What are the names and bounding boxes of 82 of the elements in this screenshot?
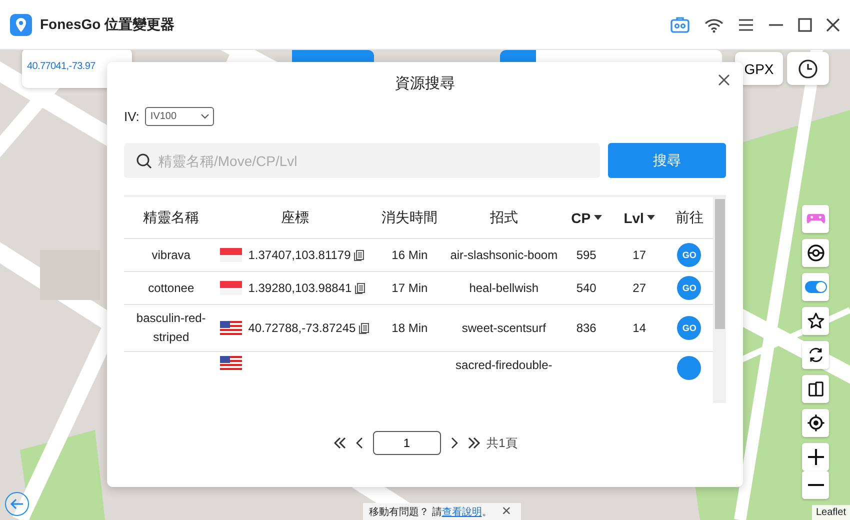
zoom-out-button[interactable] <box>802 471 829 499</box>
back-button[interactable] <box>5 492 29 516</box>
scrollbar[interactable] <box>713 197 726 403</box>
table-cell: 16 Min <box>392 248 428 262</box>
attribution-text[interactable]: Leaflet <box>812 505 850 520</box>
maximize-icon[interactable] <box>798 18 812 32</box>
table-cell: sacred-firedouble- <box>456 358 552 372</box>
sort-caret-icon[interactable] <box>594 215 602 220</box>
go-button[interactable]: GO <box>677 316 702 340</box>
table-cell-text: 1.37407,103.81179 <box>248 246 351 264</box>
search-button[interactable]: 搜尋 <box>608 143 726 178</box>
first-page-icon[interactable] <box>332 436 347 450</box>
chevron-down-icon <box>201 114 210 119</box>
us-flag-icon <box>220 321 242 335</box>
column-header: 精靈名稱 <box>143 208 200 224</box>
singapore-flag-icon <box>220 281 242 295</box>
zoom-in-icon <box>808 449 824 465</box>
table-cell: sweet-scentsurf <box>462 320 546 334</box>
go-button[interactable] <box>677 356 702 380</box>
star-icon <box>806 311 826 331</box>
table-cell: air-slashsonic-boom <box>450 248 558 262</box>
devices-icon <box>806 379 826 399</box>
sort-caret-icon[interactable] <box>646 215 655 220</box>
column-header: 前往 <box>675 208 704 224</box>
menu-icon[interactable] <box>738 18 754 32</box>
arrow-left-icon <box>10 498 24 510</box>
table-cell: 540 <box>576 280 596 294</box>
table-cell: vibrava <box>152 248 190 262</box>
page-input[interactable]: 1 <box>372 431 441 455</box>
column-header[interactable]: CP <box>571 210 591 226</box>
game-button[interactable] <box>802 205 829 233</box>
close-icon[interactable] <box>826 18 840 32</box>
clock-icon <box>798 58 818 78</box>
table-cell: 836 <box>576 320 596 334</box>
app-logo-icon <box>10 14 32 36</box>
toggle-icon <box>804 281 826 293</box>
table-cell: basculin-red-striped <box>136 311 206 344</box>
last-page-icon[interactable] <box>466 436 481 450</box>
copy-icon[interactable] <box>354 282 365 294</box>
close-icon <box>718 74 730 86</box>
locate-button[interactable] <box>802 409 829 437</box>
column-header: 座標 <box>280 208 309 224</box>
column-header[interactable]: Lvl <box>624 210 644 226</box>
history-button[interactable] <box>787 52 829 85</box>
locate-icon <box>806 413 826 433</box>
window-title: FonesGo 位置變更器 <box>40 16 175 34</box>
table-cell: 595 <box>576 248 596 262</box>
table-cell: cottonee <box>148 280 194 294</box>
zoom-in-button[interactable] <box>802 443 829 471</box>
table-cell-text: 40.72788,-73.87245 <box>248 320 356 336</box>
refresh-button[interactable] <box>802 341 829 369</box>
wifi-icon[interactable] <box>704 16 724 32</box>
singapore-flag-icon <box>220 248 242 262</box>
column-header: 消失時間 <box>382 208 438 224</box>
help-link[interactable]: 查看說明 <box>442 506 482 518</box>
iv-label: IV: <box>124 109 140 124</box>
page-total: 共1頁 <box>486 434 518 452</box>
devices-button[interactable] <box>802 375 829 403</box>
copy-icon[interactable] <box>354 250 364 260</box>
table-cell: 27 <box>632 280 646 294</box>
table-cell: heal-bellwish <box>469 280 539 294</box>
ball-button[interactable] <box>802 239 829 267</box>
table-cell: 17 <box>632 248 646 262</box>
table-cell: 14 <box>632 320 646 334</box>
close-button[interactable]: × <box>498 504 516 518</box>
table-cell: 18 Min <box>392 320 428 334</box>
search-field[interactable]: 精靈名稱/Move/CP/Lvl <box>124 143 600 178</box>
column-header: 招式 <box>490 208 518 224</box>
ball-icon <box>806 243 826 263</box>
toolbox-icon[interactable] <box>670 16 690 34</box>
star-button[interactable] <box>802 307 829 335</box>
us-flag-icon <box>220 356 242 370</box>
go-button[interactable]: GO <box>677 243 702 267</box>
dialog-title: 資源搜尋 <box>395 74 455 94</box>
copy-icon[interactable] <box>358 322 369 334</box>
toggle-switch[interactable] <box>802 273 829 301</box>
table-cell-text: 1.39280,103.98841 <box>248 280 352 296</box>
table-cell: 17 Min <box>392 280 428 294</box>
search-icon <box>136 153 152 169</box>
go-button[interactable]: GO <box>677 276 702 300</box>
iv-dropdown[interactable]: IV100 <box>145 107 214 126</box>
help-text: 移動有問題？ 請查看說明。 <box>369 506 492 518</box>
